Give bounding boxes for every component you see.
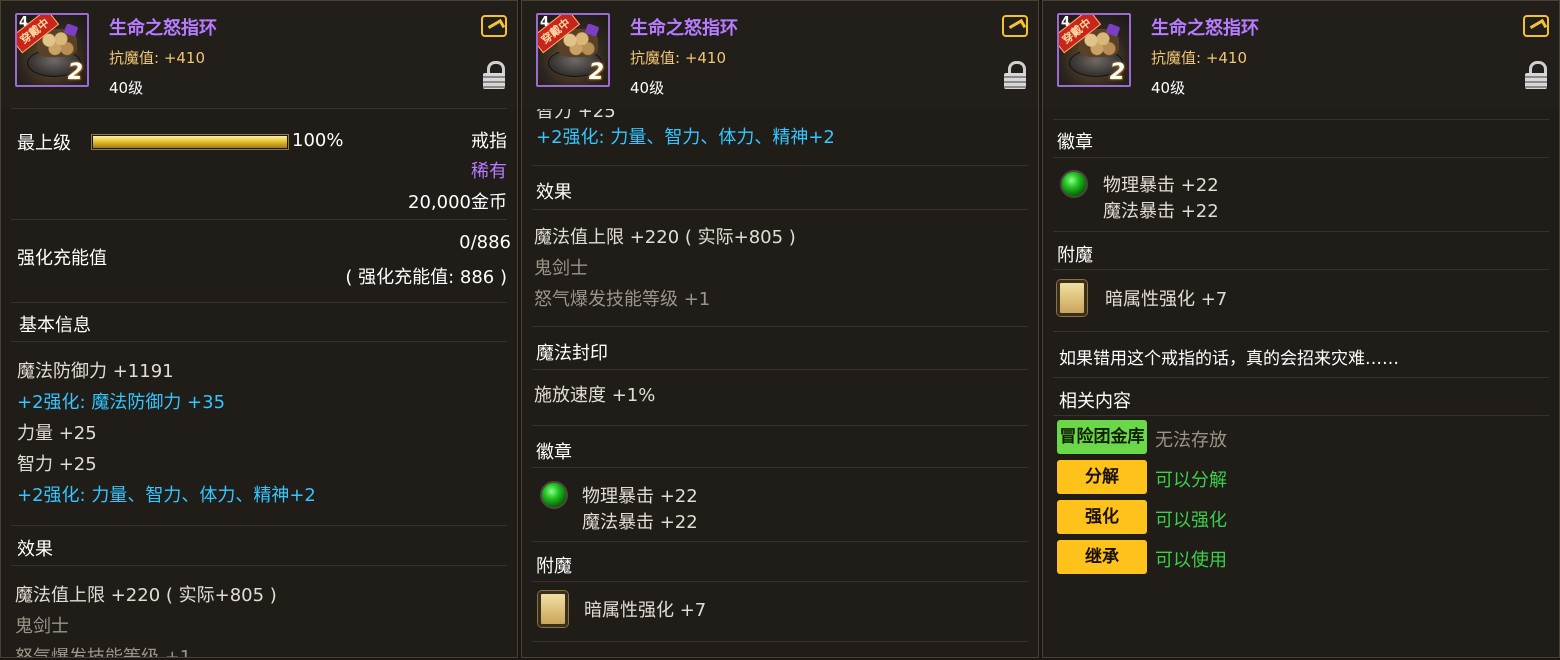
item-level: 40级 [1151,79,1186,97]
related-tag-enhance: 强化 [1057,500,1147,534]
related-status-enhance: 可以强化 [1155,510,1227,531]
grade-label: 最上级 [17,133,71,154]
section-title-basic-info: 基本信息 [19,315,91,336]
section-title-emblem: 徽章 [536,442,572,463]
corner-digit: 4 [19,15,29,30]
related-tag-disassemble: 分解 [1057,460,1147,494]
grade-percent: 100% [292,130,344,151]
related-status-inherit: 可以使用 [1155,550,1227,571]
section-title-effect: 效果 [17,539,53,560]
item-icon[interactable]: 穿戴中 4 2 [15,13,89,87]
effect-line: 怒气爆发技能等级 +1 [534,289,711,310]
share-icon[interactable] [1002,15,1028,37]
item-header: 穿戴中 4 2 生命之怒指环 抗魔值: +410 40级 [1,1,517,109]
item-main-stat: 抗魔值: +410 [630,49,727,67]
share-icon[interactable] [1523,15,1549,37]
grade-progress-bar [91,134,289,150]
enchant-card-icon [1057,280,1087,316]
item-main-stat: 抗魔值: +410 [1151,49,1248,67]
item-price: 20,000金币 [408,192,507,213]
item-tooltip-panel-3: 穿戴中 4 2 生命之怒指环 抗魔值: +410 40级 徽章 物理暴击 +22… [1042,0,1560,658]
item-details: 最上级 100% 戒指 稀有 20,000金币 0/886 强化充能值 ( 强化… [1,109,517,657]
item-icon[interactable]: 穿戴中 4 2 [536,13,610,87]
item-name: 生命之怒指环 [109,18,217,39]
enhance-level: 2 [67,60,83,85]
effect-line: 怒气爆发技能等级 +1 [15,647,192,658]
corner-digit: 4 [540,15,550,30]
enchant-card-icon [538,591,568,627]
stat-line: +2强化: 力量、智力、体力、精神+2 [536,127,835,148]
charge-paren: ( 强化充能值: 886 ) [345,267,507,288]
flavor-text: 如果错用这个戒指的话，真的会招来灾难…… [1059,349,1399,369]
lock-icon[interactable] [483,61,505,91]
stat-line: +2强化: 魔法防御力 +35 [17,392,226,413]
corner-digit: 4 [1061,15,1071,30]
section-title-related: 相关内容 [1059,391,1131,412]
effect-line: 魔法值上限 +220 ( 实际+805 ) [534,227,796,248]
green-emblem-icon [1060,170,1088,198]
lock-icon[interactable] [1525,61,1547,91]
related-status-disassemble: 可以分解 [1155,470,1227,491]
item-level: 40级 [630,79,665,97]
effect-line: 鬼剑士 [534,258,588,279]
section-title-emblem: 徽章 [1057,132,1093,153]
item-level: 40级 [109,79,144,97]
enhance-level: 2 [588,60,604,85]
stat-line: 智力 +25 [17,454,97,475]
section-title-effect: 效果 [536,182,572,203]
effect-line: 鬼剑士 [15,616,69,637]
enchant-line: 暗属性强化 +7 [584,600,707,621]
seal-line: 施放速度 +1% [534,385,656,406]
emblem-line: 物理暴击 +22 [1103,175,1219,196]
related-tag-inherit: 继承 [1057,540,1147,574]
enhance-level: 2 [1109,60,1125,85]
lock-icon[interactable] [1004,61,1026,91]
effect-line: 魔法值上限 +220 ( 实际+805 ) [15,585,277,606]
related-tag-storage: 冒险团金库 [1057,420,1147,454]
item-header: 穿戴中 4 2 生命之怒指环 抗魔值: +410 40级 [1043,1,1559,109]
charge-label: 强化充能值 [17,248,107,269]
item-name: 生命之怒指环 [630,18,738,39]
enchant-line: 暗属性强化 +7 [1105,289,1228,310]
stat-line: 力量 +25 [17,423,97,444]
emblem-line: 魔法暴击 +22 [582,512,698,533]
section-title-magic-seal: 魔法封印 [536,343,608,364]
share-icon[interactable] [481,15,507,37]
item-header: 穿戴中 4 2 生命之怒指环 抗魔值: +410 40级 [522,1,1038,109]
stat-line: 魔法防御力 +1191 [17,361,174,382]
stat-line: +2强化: 力量、智力、体力、精神+2 [17,485,316,506]
item-tooltip-panel-2: 智力 +25 +2强化: 力量、智力、体力、精神+2 效果 魔法值上限 +220… [521,0,1039,658]
item-tooltip-panel-1: 穿戴中 4 2 生命之怒指环 抗魔值: +410 40级 最上级 100% 戒指… [0,0,518,658]
emblem-line: 物理暴击 +22 [582,486,698,507]
related-status-storage: 无法存放 [1155,430,1227,451]
item-name: 生命之怒指环 [1151,18,1259,39]
item-type: 戒指 [471,131,507,152]
section-title-enchant: 附魔 [1057,245,1093,266]
item-main-stat: 抗魔值: +410 [109,49,206,67]
section-title-enchant: 附魔 [536,556,572,577]
emblem-line: 魔法暴击 +22 [1103,201,1219,222]
item-rarity: 稀有 [471,161,507,182]
charge-value: 0/886 [459,232,511,253]
grade-progress-fill [93,136,287,148]
item-icon[interactable]: 穿戴中 4 2 [1057,13,1131,87]
green-emblem-icon [540,481,568,509]
